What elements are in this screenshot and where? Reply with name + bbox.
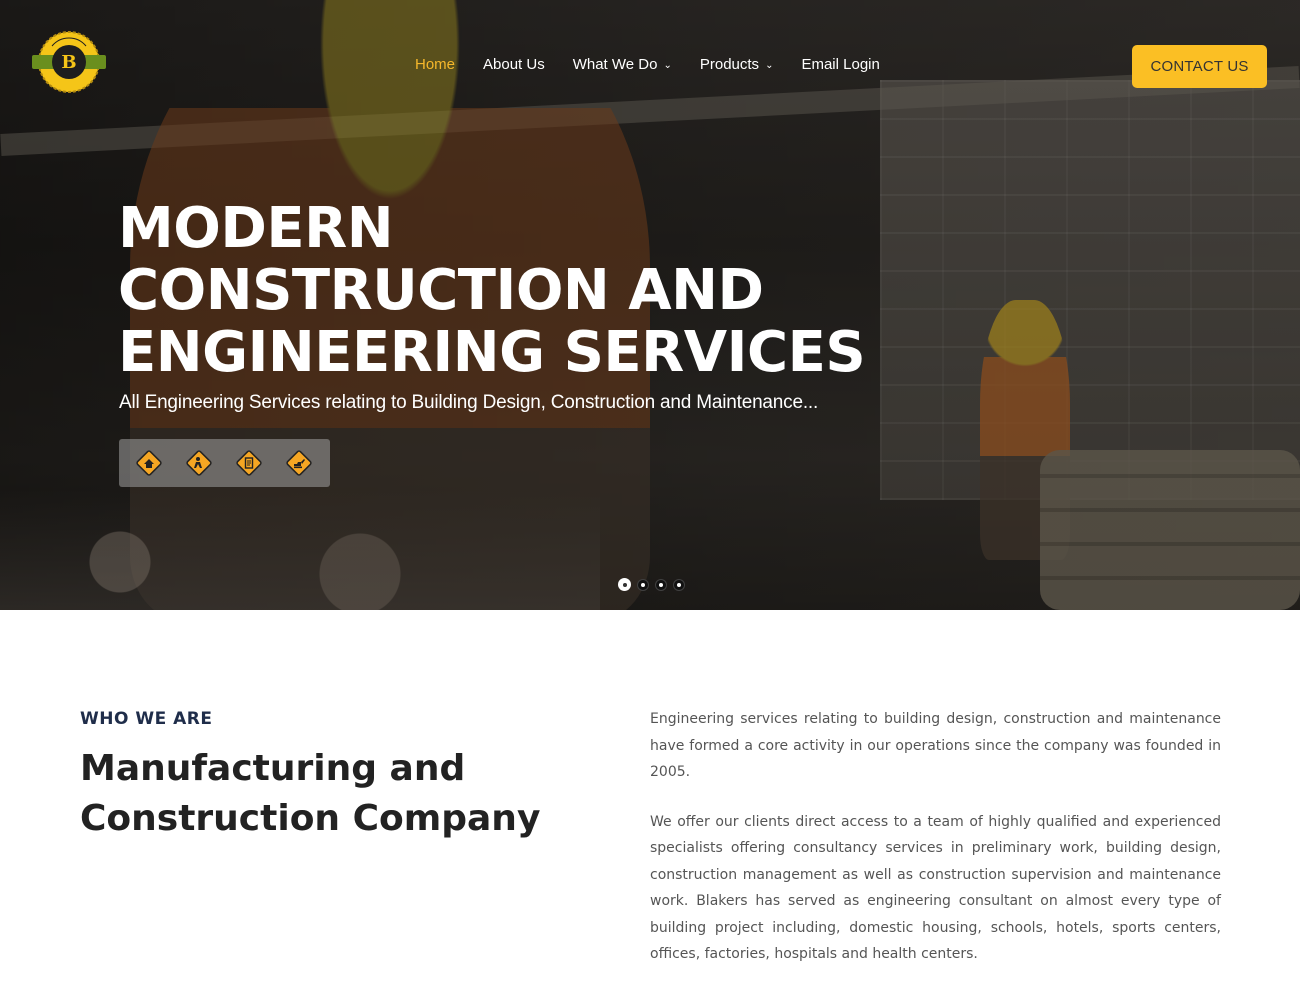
nav-label: Email Login [801, 56, 880, 73]
slider-dot-2[interactable] [637, 578, 649, 591]
hero-background-wall [880, 80, 1300, 500]
nav-item-what-we-do[interactable]: What We Do ⌄ [573, 56, 672, 73]
hero-subheading: All Engineering Services relating to Bui… [119, 392, 819, 413]
svg-text:B: B [61, 52, 76, 73]
contact-us-button[interactable]: CONTACT US [1132, 45, 1267, 88]
slider-pagination [618, 578, 685, 591]
nav-label: Products [699, 56, 760, 73]
hero-headline-line: MODERN [118, 196, 394, 261]
chevron-down-icon: ⌄ [663, 60, 672, 71]
hero-headline-line: ENGINEERING SERVICES [118, 320, 866, 385]
chevron-down-icon: ⌄ [765, 60, 774, 71]
nav-label: What We Do [572, 56, 658, 73]
nav-item-home[interactable]: Home [415, 56, 455, 73]
hero-headline-line: CONSTRUCTION AND [118, 258, 764, 323]
hero-sandbags-image [1040, 450, 1300, 610]
nav-item-about-us[interactable]: About Us [483, 56, 545, 73]
company-logo[interactable]: B [32, 29, 106, 95]
document-warning-icon[interactable] [235, 449, 263, 477]
hero-rubble-image [0, 490, 600, 610]
who-we-are-section: WHO WE ARE Manufacturing and Constructio… [0, 610, 1300, 962]
about-description: Engineering services relating to buildin… [650, 706, 1221, 991]
nav-item-products[interactable]: Products ⌄ [700, 56, 774, 73]
hero-icon-strip [119, 439, 330, 487]
hero-banner: B Home About Us What We Do ⌄ Products ⌄ Em… [0, 0, 1300, 610]
worker-warning-icon[interactable] [185, 449, 213, 477]
about-paragraph: We offer our clients direct access to a … [650, 813, 1221, 963]
section-eyebrow: WHO WE ARE [80, 709, 213, 729]
slider-dot-1[interactable] [618, 578, 631, 591]
nav-label: Home [415, 56, 456, 73]
section-title: Manufacturing and Construction Company [80, 748, 541, 839]
about-paragraph: Engineering services relating to buildin… [650, 711, 1221, 780]
slider-dot-3[interactable] [655, 578, 667, 591]
hero-headline: MODERN CONSTRUCTION AND ENGINEERING SERV… [118, 198, 918, 384]
nav-label: About Us [483, 56, 545, 73]
nav-item-email-login[interactable]: Email Login [801, 56, 879, 73]
main-nav: Home About Us What We Do ⌄ Products ⌄ Emai… [415, 56, 908, 73]
excavator-warning-icon[interactable] [285, 449, 313, 477]
slider-dot-4[interactable] [673, 578, 685, 591]
house-warning-icon[interactable] [135, 449, 163, 477]
